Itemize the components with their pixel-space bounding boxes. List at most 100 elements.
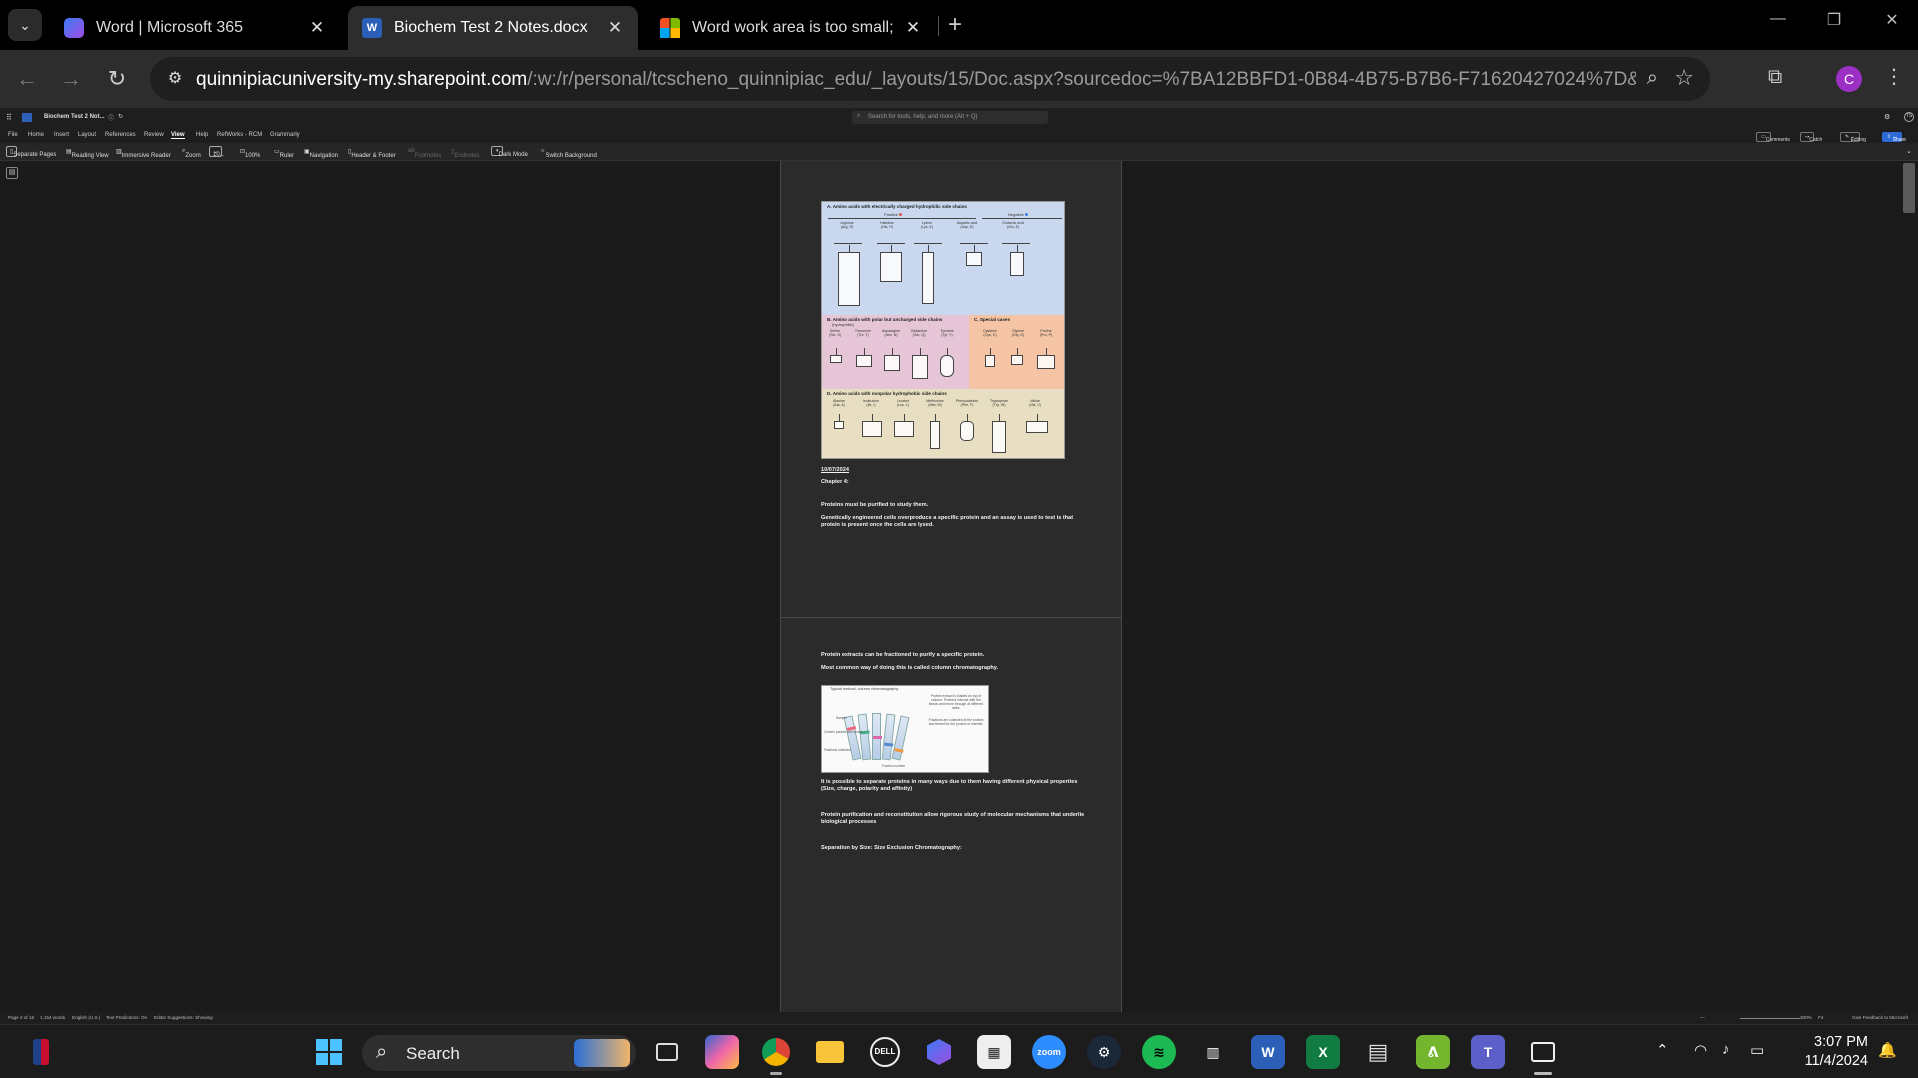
editing-mode-button[interactable]: ✎ Editing ⌄ (1840, 132, 1866, 143)
minecraft-icon[interactable]: ▦ (977, 1035, 1011, 1069)
editor-suggestions[interactable]: Editor Suggestions: Showing (154, 1015, 213, 1020)
tab-word-home[interactable]: Word | Microsoft 365 ✕ (50, 6, 340, 50)
amino-acid-figure[interactable]: A. Amino acids with electrically charged… (821, 201, 1065, 459)
new-tab-button[interactable]: + (948, 12, 962, 38)
volume-icon[interactable]: ♪ (1722, 1041, 1730, 1058)
paragraph[interactable]: Protein extracts can be fractioned to pu… (821, 652, 1091, 659)
word-app-icon[interactable]: W (1251, 1035, 1285, 1069)
zoom-icon[interactable]: ⌕ (1647, 67, 1658, 90)
system-clock[interactable]: 3:07 PM 11/4/2024 (1788, 1033, 1868, 1071)
settings-gear-icon[interactable]: ⚙ (1884, 113, 1890, 121)
navigation-pane-icon[interactable]: ▤ (6, 167, 18, 179)
bookmark-star-icon[interactable]: ☆ (1674, 65, 1694, 91)
fit-button[interactable]: Fit (1818, 1015, 1823, 1020)
excel-app-icon[interactable]: X (1306, 1035, 1340, 1069)
tab-layout[interactable]: Layout (78, 132, 96, 138)
taskbar-search[interactable]: ⌕ Search (362, 1035, 636, 1071)
m365-app-icon[interactable] (922, 1035, 956, 1069)
snipping-tool-icon[interactable] (1526, 1035, 1560, 1069)
tab-biochem-notes[interactable]: W Biochem Test 2 Notes.docx ✕ (348, 6, 638, 50)
close-window-button[interactable]: ✕ (1872, 10, 1912, 30)
site-info-icon[interactable]: ⚙ (164, 68, 186, 90)
paragraph[interactable]: Genetically engineered cells overproduce… (821, 515, 1091, 529)
account-avatar[interactable]: TS (1904, 112, 1914, 122)
date-heading[interactable]: 10/07/2024 (821, 467, 1091, 474)
wifi-icon[interactable]: ◠ (1694, 1041, 1707, 1059)
task-view-icon[interactable] (650, 1035, 684, 1069)
tab-grammarly[interactable]: Grammarly (270, 132, 300, 138)
tab-file[interactable]: File (8, 132, 18, 138)
tab-home[interactable]: Home (28, 132, 44, 138)
header-footer-button[interactable]: ▯ Header & Footer (348, 148, 396, 159)
reading-view-button[interactable]: ▤ Reading View (66, 148, 109, 159)
app-launcher-icon[interactable]: ⠿ (6, 113, 12, 122)
zoom-level[interactable]: 300% (1800, 1015, 1812, 1020)
zoom-out-icon[interactable]: — (1700, 1015, 1705, 1020)
zoom-100-button[interactable]: ⊡ 100% (240, 148, 260, 159)
reload-button[interactable]: ↻ (102, 64, 132, 94)
copilot-icon[interactable] (705, 1035, 739, 1069)
chrome-icon[interactable] (759, 1035, 793, 1069)
teams-icon[interactable]: T (1471, 1035, 1505, 1069)
notifications-bell-icon[interactable]: 🔔 (1878, 1041, 1897, 1059)
dell-icon[interactable]: DELL (868, 1035, 902, 1069)
word-search-input[interactable]: ⌕ Search for tools, help, and more (Alt … (852, 111, 1048, 124)
ribbon-collapse-icon[interactable]: ⌄ (1906, 147, 1912, 155)
comments-button[interactable]: ▭ Comments (1756, 132, 1790, 143)
language[interactable]: English (U.S.) (72, 1015, 100, 1020)
paragraph[interactable]: Separation by Size: Size Exclusion Chrom… (821, 845, 1091, 852)
separate-pages-button[interactable]: ▯ Separate Pages (6, 146, 56, 158)
paragraph[interactable]: Most common way of doing this is called … (821, 665, 1091, 672)
tab-help[interactable]: Help (196, 132, 208, 138)
url-text[interactable]: quinnipiacuniversity-my.sharepoint.com/:… (196, 69, 1636, 91)
zoom-slider[interactable] (1740, 1018, 1800, 1019)
dark-mode-toggle[interactable]: ◑ Dark Mode (491, 146, 528, 158)
word-count[interactable]: 1,154 words (40, 1015, 65, 1020)
browser-menu-icon[interactable]: ⋮ (1884, 64, 1904, 89)
tab-review[interactable]: Review (144, 132, 164, 138)
document-page-1[interactable]: A. Amino acids with electrically charged… (780, 161, 1122, 661)
notepad-icon[interactable]: ▤ (1361, 1035, 1395, 1069)
vertical-scrollbar[interactable] (1900, 161, 1918, 1012)
nba-app-icon[interactable] (24, 1035, 58, 1069)
zoom-app-icon[interactable]: zoom (1032, 1035, 1066, 1069)
doc-status-icon[interactable]: ⓘ (108, 113, 114, 122)
close-icon[interactable]: ✕ (604, 18, 626, 38)
spotify-icon[interactable]: ≋ (1142, 1035, 1176, 1069)
audio-mixer-icon[interactable]: ▥ (1196, 1035, 1230, 1069)
tab-view[interactable]: View (171, 132, 185, 139)
profile-avatar[interactable]: C (1836, 66, 1862, 92)
document-canvas[interactable]: ▤ A. Amino acids with electrically charg… (0, 161, 1918, 1012)
steam-icon[interactable]: ⚙ (1087, 1035, 1121, 1069)
chapter-heading[interactable]: Chapter 4: (821, 479, 1091, 486)
catch-up-button[interactable]: ↝ Catch up (1800, 132, 1822, 149)
paragraph[interactable]: Protein purification and reconstitution … (821, 812, 1091, 826)
tab-search-button[interactable]: ⌄ (8, 9, 42, 41)
tray-overflow-icon[interactable]: ⌃ (1656, 1041, 1669, 1059)
document-name[interactable]: Biochem Test 2 Not... (44, 114, 105, 120)
navigation-toggle[interactable]: ▣ Navigation (304, 148, 338, 159)
paragraph[interactable]: Proteins must be purified to study them. (821, 502, 1091, 509)
forward-button[interactable]: → (56, 64, 86, 94)
zoom-button[interactable]: ⌕ Zoom (182, 148, 201, 159)
minimize-button[interactable]: — (1758, 10, 1798, 28)
immersive-reader-button[interactable]: ▥ Immersive Reader (116, 148, 171, 159)
page-count[interactable]: Page 2 of 18 (8, 1015, 34, 1020)
tab-references[interactable]: References (105, 132, 136, 138)
close-icon[interactable]: ✕ (902, 18, 924, 38)
restore-button[interactable]: ❐ (1814, 10, 1854, 30)
address-bar[interactable]: ⚙ quinnipiacuniversity-my.sharepoint.com… (150, 57, 1710, 101)
tab-refworks[interactable]: RefWorks - RCM (217, 132, 262, 138)
windows-start-icon[interactable] (312, 1035, 346, 1069)
text-predictions[interactable]: Text Predictions: On (106, 1015, 147, 1020)
extensions-icon[interactable]: ⧉ (1768, 66, 1782, 89)
close-icon[interactable]: ✕ (306, 18, 328, 38)
zoom-select[interactable]: 10... ⌄ (209, 146, 225, 158)
share-button[interactable]: ⇪ Share ⌄ (1882, 132, 1906, 143)
column-chromatography-figure[interactable]: Typical method: column chromatography Sa… (821, 685, 989, 773)
scrollbar-thumb[interactable] (1903, 163, 1915, 213)
feedback-link[interactable]: Give Feedback to Microsoft (1852, 1015, 1908, 1020)
document-page-2[interactable]: Protein extracts can be fractioned to pu… (780, 617, 1122, 1012)
back-button[interactable]: ← (12, 64, 42, 94)
paragraph[interactable]: It is possible to separate proteins in m… (821, 779, 1091, 793)
